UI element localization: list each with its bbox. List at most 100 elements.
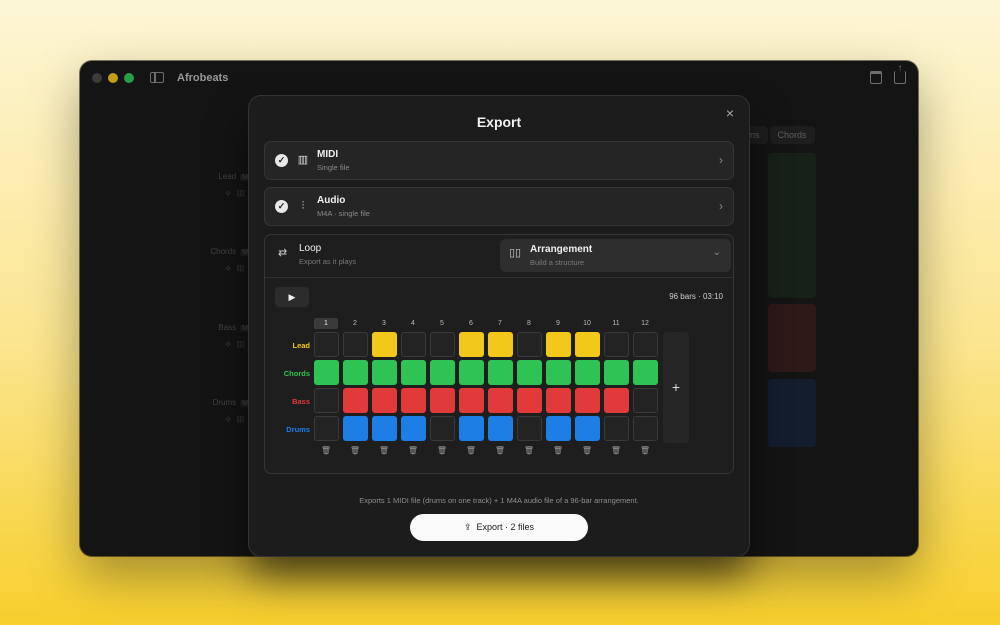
grid-cell[interactable] [633,332,658,357]
segment-loop[interactable]: ⇄ Loop Export as it plays [266,236,498,276]
trash-icon[interactable]: 🗑 [430,446,454,455]
grid-cell[interactable] [372,388,397,413]
trash-icon[interactable]: 🗑 [546,446,570,455]
grid-cell[interactable] [604,332,629,357]
grid-cell[interactable] [372,360,397,385]
row-label: Drums [286,425,310,434]
grid-cell[interactable] [459,332,484,357]
checkmark-icon[interactable]: ✓ [275,154,288,167]
grid-cell[interactable] [488,332,513,357]
checkmark-icon[interactable]: ✓ [275,200,288,213]
export-summary: Exports 1 MIDI file (drums on one track)… [359,496,639,505]
grid-cell[interactable] [343,388,368,413]
segment-arrangement[interactable]: ▯▯ Arrangement Build a structure ⌄ [500,239,731,272]
export-dialog: Export × ✓ ▥ MIDI Single file › ✓ ⫶ Audi… [249,96,749,556]
column-number[interactable]: 4 [401,318,425,329]
column-number[interactable]: 2 [343,318,367,329]
grid-cell[interactable] [546,416,571,441]
grid-cell[interactable] [401,332,426,357]
trash-icon[interactable]: 🗑 [488,446,512,455]
column-number[interactable]: 6 [459,318,483,329]
chevron-right-icon: › [719,199,723,213]
column-number[interactable]: 11 [604,318,628,329]
trash-icon[interactable]: 🗑 [343,446,367,455]
grid-cell[interactable] [546,332,571,357]
grid-cell[interactable] [343,416,368,441]
export-button[interactable]: ⇪ Export · 2 files [410,514,588,541]
grid-cell[interactable] [633,388,658,413]
grid-cell[interactable] [372,416,397,441]
trash-icon[interactable]: 🗑 [314,446,338,455]
grid-cell[interactable] [343,332,368,357]
grid-cell[interactable] [488,360,513,385]
trash-icon[interactable]: 🗑 [401,446,425,455]
segment-subtitle: Build a structure [530,258,585,267]
grid-cell[interactable] [343,360,368,385]
grid-cell[interactable] [604,416,629,441]
trash-icon[interactable]: 🗑 [459,446,483,455]
option-subtitle: M4A · single file [317,209,370,218]
grid-cell[interactable] [488,388,513,413]
chevron-down-icon: ⌄ [712,247,721,258]
grid-cell[interactable] [459,388,484,413]
grid-cell[interactable] [517,416,542,441]
column-number[interactable]: 9 [546,318,570,329]
audio-option[interactable]: ✓ ⫶ Audio M4A · single file › [264,187,734,226]
grid-cell[interactable] [401,360,426,385]
column-number[interactable]: 8 [517,318,541,329]
grid-cell[interactable] [546,388,571,413]
grid-cell[interactable] [314,360,339,385]
column-number[interactable]: 3 [372,318,396,329]
export-button-label: Export · 2 files [476,522,535,532]
grid-cell[interactable] [488,416,513,441]
trash-icon[interactable]: 🗑 [372,446,396,455]
add-section-button[interactable]: + [663,332,689,443]
grid-cell[interactable] [546,360,571,385]
grid-cell[interactable] [604,360,629,385]
row-label: Bass [292,397,310,406]
grid-cell[interactable] [604,388,629,413]
grid-cell[interactable] [633,360,658,385]
grid-cell[interactable] [430,388,455,413]
column-number[interactable]: 10 [575,318,599,329]
close-button[interactable]: × [721,104,739,122]
divider [265,277,733,278]
column-number[interactable]: 12 [633,318,657,329]
share-icon: ⇪ [463,522,472,532]
grid-cell[interactable] [372,332,397,357]
option-subtitle: Single file [317,163,350,172]
columns-icon: ▯▯ [509,247,522,259]
grid-cell[interactable] [459,416,484,441]
grid-cell[interactable] [575,360,600,385]
grid-cell[interactable] [633,416,658,441]
grid-cell[interactable] [401,416,426,441]
row-label: Lead [292,341,310,350]
trash-icon[interactable]: 🗑 [604,446,628,455]
grid-cell[interactable] [430,332,455,357]
grid-cell[interactable] [575,416,600,441]
trash-icon[interactable]: 🗑 [575,446,599,455]
dialog-title: Export [476,114,522,130]
trash-icon[interactable]: 🗑 [517,446,541,455]
grid-cell[interactable] [517,360,542,385]
column-number[interactable]: 1 [314,318,338,329]
row-label: Chords [283,369,310,378]
grid-cell[interactable] [459,360,484,385]
midi-option[interactable]: ✓ ▥ MIDI Single file › [264,141,734,180]
trash-icon[interactable]: 🗑 [633,446,657,455]
play-button[interactable]: ▶ [275,287,309,307]
grid-cell[interactable] [517,332,542,357]
grid-cell[interactable] [430,360,455,385]
column-number[interactable]: 5 [430,318,454,329]
column-number[interactable]: 7 [488,318,512,329]
grid-cell[interactable] [430,416,455,441]
grid-cell[interactable] [575,332,600,357]
waveform-icon: ⫶ [301,200,305,212]
grid-cell[interactable] [517,388,542,413]
loop-icon: ⇄ [278,247,288,259]
grid-cell[interactable] [314,332,339,357]
grid-cell[interactable] [575,388,600,413]
grid-cell[interactable] [314,388,339,413]
grid-cell[interactable] [314,416,339,441]
grid-cell[interactable] [401,388,426,413]
